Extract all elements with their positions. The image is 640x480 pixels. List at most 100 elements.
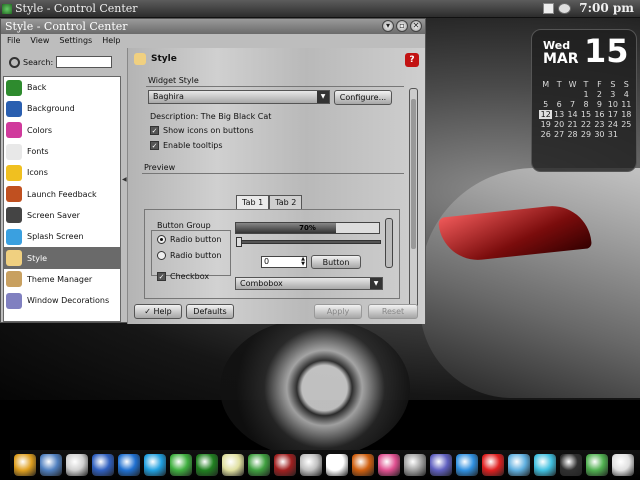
sidebar-item-splash-screen[interactable]: Splash Screen bbox=[4, 226, 120, 247]
calendar-date[interactable]: 23 bbox=[593, 120, 606, 129]
calendar-date[interactable]: 1 bbox=[579, 90, 592, 99]
dock-app-icon[interactable] bbox=[66, 454, 88, 476]
calendar-date[interactable]: 16 bbox=[593, 110, 606, 119]
preview-scrollbar[interactable] bbox=[385, 218, 393, 268]
collapse-arrow-icon[interactable]: ◀ bbox=[122, 176, 127, 183]
sidebar-item-screen-saver[interactable]: Screen Saver bbox=[4, 205, 120, 226]
calendar-date[interactable]: 6 bbox=[552, 100, 565, 109]
menu-settings[interactable]: Settings bbox=[59, 34, 92, 47]
menu-view[interactable]: View bbox=[30, 34, 49, 47]
radio-button-2[interactable]: Radio button bbox=[157, 251, 221, 260]
dock-app-icon[interactable] bbox=[300, 454, 322, 476]
calendar-date[interactable]: 17 bbox=[606, 110, 619, 119]
dock-app-icon[interactable] bbox=[482, 454, 504, 476]
sidebar-item-style[interactable]: Style bbox=[4, 247, 120, 269]
defaults-button[interactable]: Defaults bbox=[186, 304, 234, 319]
menu-file[interactable]: File bbox=[7, 34, 20, 47]
dock-app-icon[interactable] bbox=[248, 454, 270, 476]
calendar-date[interactable]: 12 bbox=[539, 110, 553, 119]
dock-app-icon[interactable] bbox=[508, 454, 530, 476]
dock-app-icon[interactable] bbox=[560, 454, 582, 476]
sidebar-item-icons[interactable]: Icons bbox=[4, 162, 120, 183]
spin-box[interactable]: 0 ▲ ▼ bbox=[261, 256, 307, 268]
help-button[interactable]: ✓ Help bbox=[134, 304, 182, 319]
dock-app-icon[interactable] bbox=[274, 454, 296, 476]
calendar-date[interactable]: 15 bbox=[579, 110, 592, 119]
dock-app-icon[interactable] bbox=[222, 454, 244, 476]
calendar-date[interactable]: 31 bbox=[606, 130, 619, 139]
calendar-date[interactable]: 13 bbox=[552, 110, 565, 119]
search-input[interactable] bbox=[56, 56, 113, 68]
enable-tooltips-checkbox[interactable]: ✓ Enable tooltips bbox=[150, 141, 223, 150]
dock-app-icon[interactable] bbox=[352, 454, 374, 476]
apply-button[interactable]: Apply bbox=[314, 304, 362, 319]
window-titlebar[interactable]: Style - Control Center ▾ ▫ ✕ bbox=[1, 19, 425, 34]
calendar-date[interactable]: 19 bbox=[539, 120, 552, 129]
help-icon[interactable]: ? bbox=[405, 53, 419, 67]
close-button[interactable]: ✕ bbox=[410, 20, 422, 32]
calendar-date[interactable]: 7 bbox=[566, 100, 579, 109]
widget-style-combo[interactable]: Baghira ▼ bbox=[148, 90, 330, 104]
sidebar-item-colors[interactable]: Colors bbox=[4, 120, 120, 141]
clock[interactable]: 7:00 pm bbox=[579, 1, 634, 15]
reset-button[interactable]: Reset bbox=[368, 304, 418, 319]
minimize-button[interactable]: ▾ bbox=[382, 20, 394, 32]
calendar-date[interactable]: 28 bbox=[566, 130, 579, 139]
preview-button[interactable]: Button bbox=[311, 255, 361, 269]
dock-app-icon[interactable] bbox=[14, 454, 36, 476]
dock-app-icon[interactable] bbox=[144, 454, 166, 476]
calendar-date[interactable]: 25 bbox=[620, 120, 633, 129]
scroll-thumb[interactable] bbox=[411, 99, 416, 249]
dock-app-icon[interactable] bbox=[118, 454, 140, 476]
sidebar-item-back[interactable]: Back bbox=[4, 77, 120, 98]
calendar-date[interactable]: 14 bbox=[566, 110, 579, 119]
calendar-date[interactable]: 21 bbox=[566, 120, 579, 129]
dock-app-icon[interactable] bbox=[404, 454, 426, 476]
dock-app-icon[interactable] bbox=[378, 454, 400, 476]
preview-checkbox[interactable]: ✓ Checkbox bbox=[157, 272, 209, 281]
calendar-date[interactable]: 27 bbox=[552, 130, 565, 139]
dock-app-icon[interactable] bbox=[430, 454, 452, 476]
preview-slider[interactable] bbox=[236, 237, 381, 247]
sidebar-item-fonts[interactable]: Fonts bbox=[4, 141, 120, 162]
calendar-date[interactable]: 30 bbox=[593, 130, 606, 139]
taskbar-task-button[interactable]: Style - Control Center bbox=[2, 2, 138, 15]
network-icon[interactable] bbox=[558, 3, 571, 14]
calendar-date[interactable]: 10 bbox=[606, 100, 619, 109]
slider-handle[interactable] bbox=[236, 237, 242, 247]
dock-app-icon[interactable] bbox=[92, 454, 114, 476]
radio-button-1[interactable]: Radio button bbox=[157, 235, 221, 244]
calendar-date[interactable]: 2 bbox=[593, 90, 606, 99]
configure-button[interactable]: Configure... bbox=[334, 90, 392, 105]
tab-1[interactable]: Tab 1 bbox=[236, 195, 270, 209]
calendar-date[interactable]: 26 bbox=[539, 130, 552, 139]
sidebar-item-background[interactable]: Background bbox=[4, 98, 120, 119]
calendar-date[interactable]: 4 bbox=[620, 90, 633, 99]
sidebar-item-window-decorations[interactable]: Window Decorations bbox=[4, 290, 120, 311]
tab-2[interactable]: Tab 2 bbox=[269, 195, 303, 209]
panel-scrollbar[interactable] bbox=[409, 88, 418, 308]
calendar-date[interactable]: 9 bbox=[593, 100, 606, 109]
sidebar-item-launch-feedback[interactable]: Launch Feedback bbox=[4, 183, 120, 204]
calendar-date[interactable]: 8 bbox=[579, 100, 592, 109]
calendar-date[interactable]: 22 bbox=[579, 120, 592, 129]
dock-app-icon[interactable] bbox=[170, 454, 192, 476]
dock-app-icon[interactable] bbox=[586, 454, 608, 476]
preview-combobox[interactable]: Combobox ▼ bbox=[235, 277, 383, 290]
show-icons-checkbox[interactable]: ✓ Show icons on buttons bbox=[150, 126, 254, 135]
calendar-date[interactable]: 11 bbox=[620, 100, 633, 109]
sidebar-item-theme-manager[interactable]: Theme Manager bbox=[4, 269, 120, 290]
maximize-button[interactable]: ▫ bbox=[396, 20, 408, 32]
calendar-date[interactable]: 20 bbox=[552, 120, 565, 129]
dock-app-icon[interactable] bbox=[40, 454, 62, 476]
menu-help[interactable]: Help bbox=[102, 34, 120, 47]
dock-app-icon[interactable] bbox=[456, 454, 478, 476]
dock-app-icon[interactable] bbox=[534, 454, 556, 476]
calendar-date[interactable]: 29 bbox=[579, 130, 592, 139]
calendar-date[interactable]: 18 bbox=[620, 110, 633, 119]
calendar-date[interactable]: 5 bbox=[539, 100, 552, 109]
clipboard-icon[interactable] bbox=[543, 3, 554, 14]
calendar-date[interactable]: 24 bbox=[606, 120, 619, 129]
spin-arrows-icon[interactable]: ▲ ▼ bbox=[301, 257, 305, 267]
dock-app-icon[interactable] bbox=[326, 454, 348, 476]
